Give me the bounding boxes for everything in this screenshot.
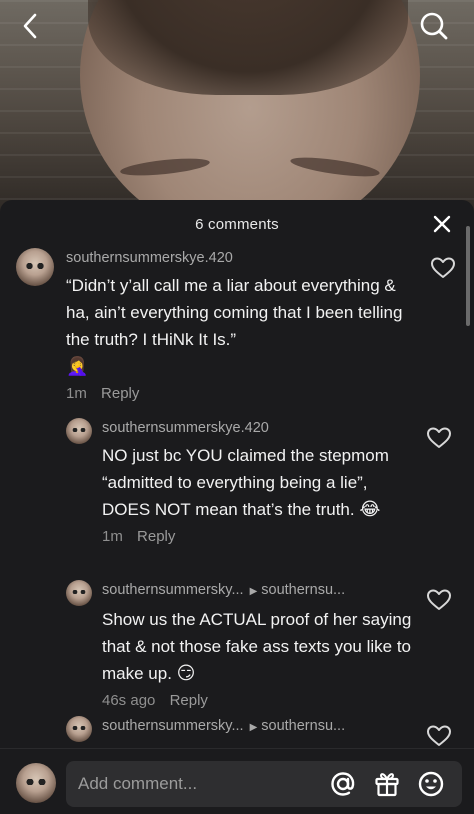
reply-username[interactable]: southernsummerskye.420	[102, 418, 446, 438]
reply-to-username[interactable]: southernsu...	[261, 582, 345, 598]
at-sign-icon[interactable]	[328, 769, 358, 799]
reply-button[interactable]: Reply	[137, 528, 175, 545]
heart-outline-icon[interactable]	[426, 588, 452, 612]
reply-username[interactable]: southernsummersky...	[102, 718, 244, 734]
comment-input[interactable]: Add comment...	[66, 761, 462, 807]
comment-input-placeholder[interactable]: Add comment...	[78, 774, 328, 794]
avatar[interactable]	[66, 580, 92, 606]
reply-to-username[interactable]: southernsu...	[261, 718, 345, 734]
reply-text: NO just bc YOU claimed the stepmom “admi…	[102, 442, 408, 523]
reply-button[interactable]: Reply	[101, 385, 139, 402]
avatar[interactable]	[66, 418, 92, 444]
reply-time: 46s ago	[102, 692, 156, 709]
comment-input-bar: Add comment...	[0, 748, 474, 814]
reply-body: NO just bc YOU claimed the stepmom “admi…	[102, 446, 389, 519]
search-icon[interactable]	[418, 10, 450, 42]
comment-username[interactable]: southernsummerskye.420	[66, 248, 456, 268]
comment-time: 1m	[66, 385, 87, 402]
reply-text: Show us the ACTUAL proof of her saying t…	[102, 606, 412, 687]
comment-meta: 1m Reply	[66, 384, 456, 404]
comment-body: “Didn’t y’all call me a liar about every…	[66, 276, 403, 349]
reply-arrow-icon: ▶	[249, 722, 258, 733]
heart-outline-icon[interactable]	[430, 256, 456, 280]
reply-meta: 1m Reply	[102, 527, 446, 547]
comment-item: southernsummerskye.420 “Didn’t y’all cal…	[16, 248, 456, 404]
sheet-header: 6 comments	[0, 200, 474, 248]
heart-outline-icon[interactable]	[426, 426, 452, 450]
reply-username-row: southernsummersky... ▶ southernsu...	[102, 716, 446, 738]
heart-outline-icon[interactable]	[426, 724, 452, 748]
avatar[interactable]	[66, 716, 92, 742]
comment-count-title: 6 comments	[195, 215, 279, 233]
my-avatar[interactable]	[16, 763, 56, 803]
reply-item: southernsummersky... ▶ southernsu...	[66, 716, 451, 746]
close-icon[interactable]	[430, 212, 454, 236]
gift-icon[interactable]	[372, 769, 402, 799]
back-chevron-icon[interactable]	[14, 10, 46, 42]
reply-username[interactable]: southernsummersky...	[102, 582, 244, 598]
laughing-emoji: 😂	[359, 499, 381, 519]
reply-time: 1m	[102, 528, 123, 545]
reply-body: Show us the ACTUAL proof of her saying t…	[102, 610, 412, 683]
reply-username-row: southernsummersky... ▶ southernsu...	[102, 580, 446, 602]
reply-button[interactable]: Reply	[170, 692, 208, 709]
avatar[interactable]	[16, 248, 54, 286]
reply-item: southernsummersky... ▶ southernsu... Show …	[66, 580, 451, 711]
reply-meta: 46s ago Reply	[102, 691, 446, 711]
scrollbar-thumb[interactable]	[466, 226, 470, 326]
facepalm-emoji: 🤦‍♀️	[66, 356, 89, 376]
video-background	[0, 0, 474, 220]
reply-arrow-icon: ▶	[249, 586, 258, 597]
reply-item: southernsummerskye.420 NO just bc YOU cl…	[66, 418, 451, 547]
smiley-icon[interactable]	[416, 769, 446, 799]
comment-text: “Didn’t y’all call me a liar about every…	[66, 272, 406, 380]
smirk-emoji: 😏	[176, 663, 196, 683]
